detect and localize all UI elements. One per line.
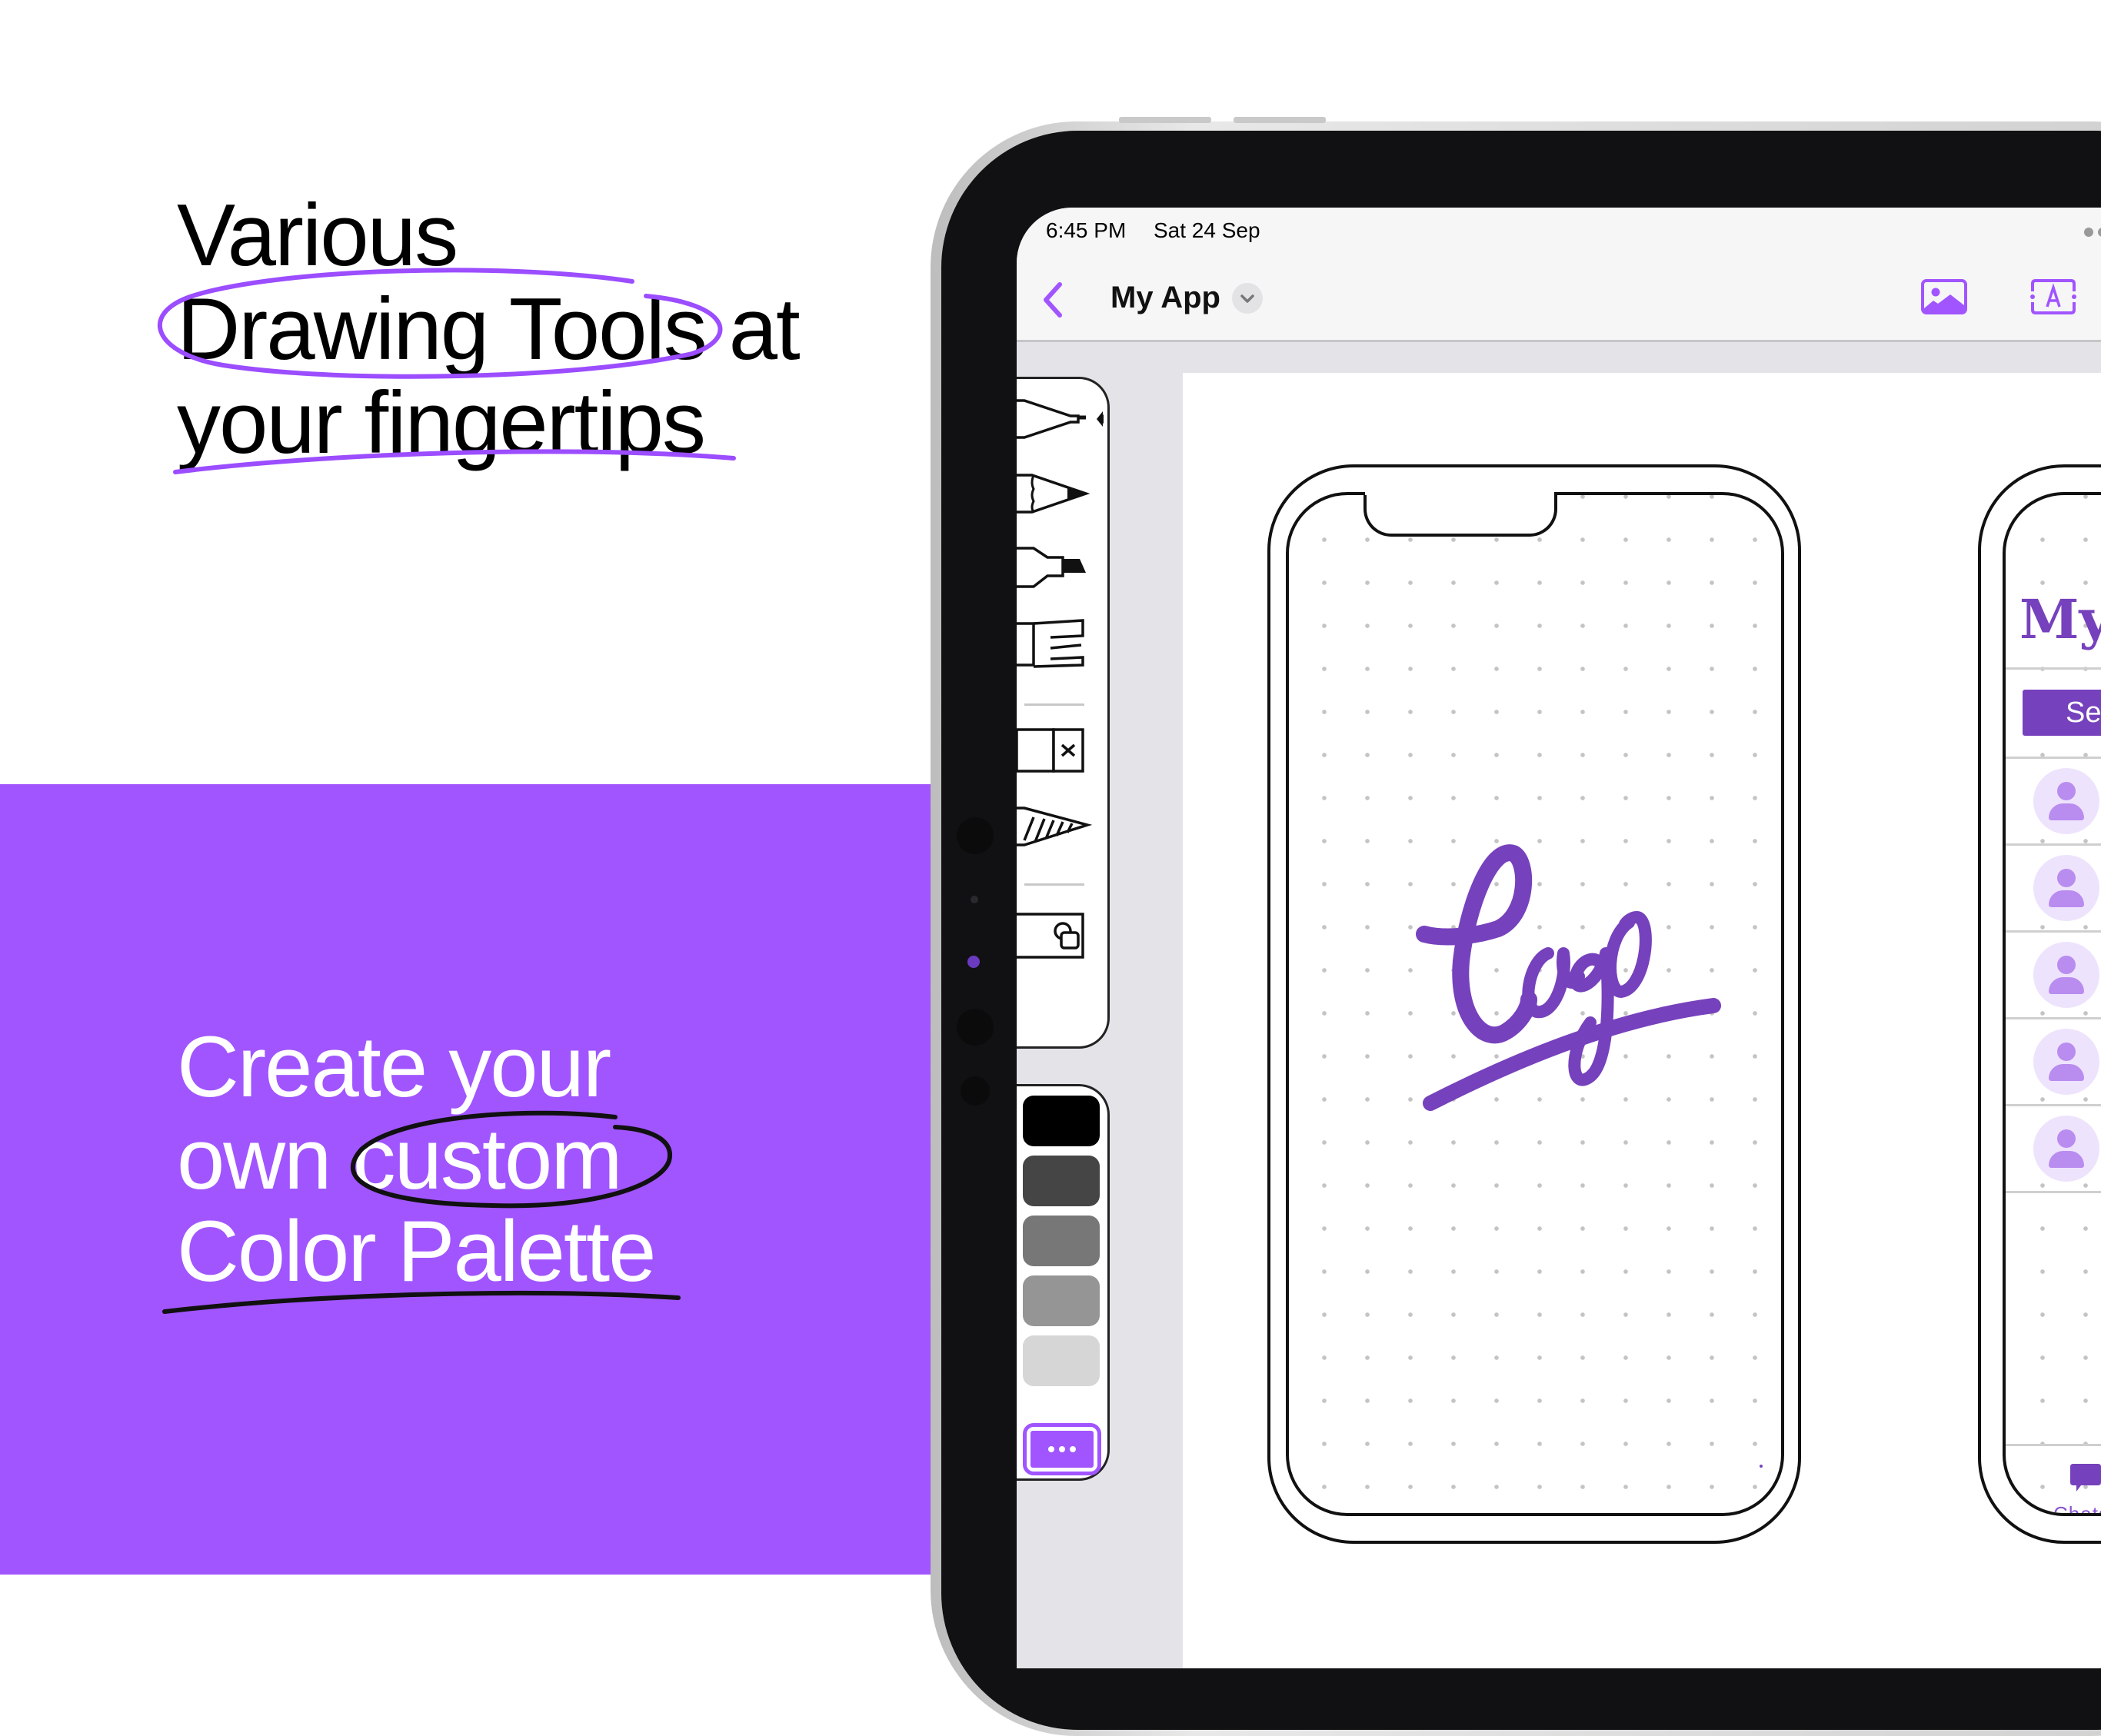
mockup-list-row bbox=[2006, 1106, 2101, 1193]
circle-mark-drawing-tools bbox=[157, 268, 723, 379]
title-menu-button[interactable] bbox=[1232, 283, 1263, 314]
tool-separator bbox=[1024, 703, 1084, 706]
stray-ink-dot bbox=[1760, 1465, 1763, 1468]
headline-bottom-annotations bbox=[162, 1110, 681, 1314]
fineliner-pen-icon bbox=[1017, 399, 1104, 439]
underline-mark-fingertips bbox=[173, 449, 736, 474]
tab-bar-divider bbox=[2006, 1444, 2101, 1446]
phone-sketch-notch bbox=[1363, 492, 1557, 537]
logo-stroke-l bbox=[1416, 844, 1537, 1044]
tool-marker[interactable] bbox=[1017, 542, 1094, 604]
underline-mark-color-palette bbox=[162, 1291, 681, 1314]
back-button[interactable] bbox=[1038, 277, 1069, 323]
hatched-pencil-icon bbox=[1017, 806, 1093, 846]
multitasking-dot bbox=[2098, 228, 2101, 237]
drawing-tools-panel bbox=[1017, 377, 1110, 1049]
shapes-icon bbox=[1017, 913, 1084, 959]
headline-top-annotations bbox=[157, 268, 736, 474]
more-colors-button[interactable] bbox=[1023, 1423, 1101, 1475]
tool-brush[interactable] bbox=[1017, 617, 1094, 679]
mockup-list-row bbox=[2006, 846, 2101, 933]
navigation-bar: 6:45 PM Sat 24 Sep My App bbox=[1017, 208, 2101, 342]
logo-stroke-o2 bbox=[1604, 911, 1652, 998]
mockup-list-row bbox=[2006, 933, 2101, 1019]
mockup-tab-label: Chats bbox=[2053, 1502, 2101, 1516]
status-date: Sat 24 Sep bbox=[1154, 218, 1260, 242]
chevron-down-icon bbox=[1240, 294, 1254, 303]
pencil-icon bbox=[1017, 474, 1090, 514]
color-swatch[interactable] bbox=[1023, 1275, 1100, 1326]
avatar-icon bbox=[2033, 768, 2099, 834]
color-swatch[interactable] bbox=[1023, 1096, 1100, 1146]
mockup-segmented-control: Seg bbox=[2023, 690, 2101, 736]
color-swatch[interactable] bbox=[1023, 1156, 1100, 1206]
avatar-icon bbox=[2033, 1029, 2099, 1095]
photo-icon bbox=[1921, 279, 1967, 314]
chevron-left-icon bbox=[1044, 282, 1062, 318]
mockup-list-row bbox=[2006, 759, 2101, 846]
notch-mask bbox=[1365, 489, 1550, 495]
color-swatch[interactable] bbox=[1023, 1216, 1100, 1266]
circle-mark-custom bbox=[350, 1110, 673, 1209]
phone-sketch-screen: My Seg Chats bbox=[2003, 492, 2101, 1516]
tool-hatch-pencil[interactable] bbox=[1017, 802, 1094, 863]
marker-icon bbox=[1017, 547, 1086, 588]
multitasking-dot bbox=[2084, 228, 2093, 237]
chat-bubble-icon bbox=[2070, 1464, 2101, 1492]
ipad-screen: 6:45 PM Sat 24 Sep My App M Se Chat bbox=[1017, 208, 2101, 1668]
volume-button bbox=[1234, 117, 1326, 123]
divider bbox=[2006, 667, 2101, 670]
logo-sketch bbox=[1416, 844, 1721, 1111]
tool-pencil[interactable] bbox=[1017, 467, 1094, 529]
color-swatch[interactable] bbox=[1023, 1335, 1100, 1386]
app-mockup: My Seg Chats bbox=[2006, 495, 2101, 1516]
insert-image-button[interactable] bbox=[1921, 279, 1967, 314]
multitasking-indicator[interactable] bbox=[2079, 208, 2101, 254]
mockup-list-row bbox=[2006, 1019, 2101, 1106]
avatar-icon bbox=[2033, 942, 2099, 1008]
palette-promo-panel: Create your own custom Color Palette bbox=[0, 784, 932, 1575]
more-horizontal-icon bbox=[1031, 1431, 1094, 1468]
tool-separator bbox=[1024, 883, 1084, 886]
document-title[interactable]: My App bbox=[1110, 281, 1220, 315]
brush-icon bbox=[1017, 619, 1084, 668]
eraser-icon bbox=[1017, 728, 1084, 773]
sensor bbox=[957, 817, 994, 854]
drawing-canvas[interactable]: My Seg Chats bbox=[1183, 373, 2101, 1668]
status-time: 6:45 PM bbox=[1046, 218, 1127, 242]
front-camera bbox=[967, 956, 980, 968]
avatar-icon bbox=[2033, 855, 2099, 921]
tool-shapes[interactable] bbox=[1017, 910, 1094, 971]
tool-eraser[interactable] bbox=[1017, 723, 1094, 785]
insert-text-button[interactable] bbox=[2030, 279, 2076, 314]
sensor bbox=[957, 1009, 994, 1046]
logo-stroke-g bbox=[1568, 947, 1614, 1086]
text-box-icon bbox=[2030, 279, 2076, 314]
color-palette-panel bbox=[1017, 1084, 1110, 1481]
avatar-icon bbox=[2033, 1116, 2099, 1182]
mockup-title: My bbox=[2019, 587, 2101, 651]
sensor bbox=[961, 1076, 990, 1106]
tool-fineliner[interactable] bbox=[1017, 393, 1104, 454]
sensor bbox=[971, 896, 978, 903]
volume-button bbox=[1119, 117, 1211, 123]
